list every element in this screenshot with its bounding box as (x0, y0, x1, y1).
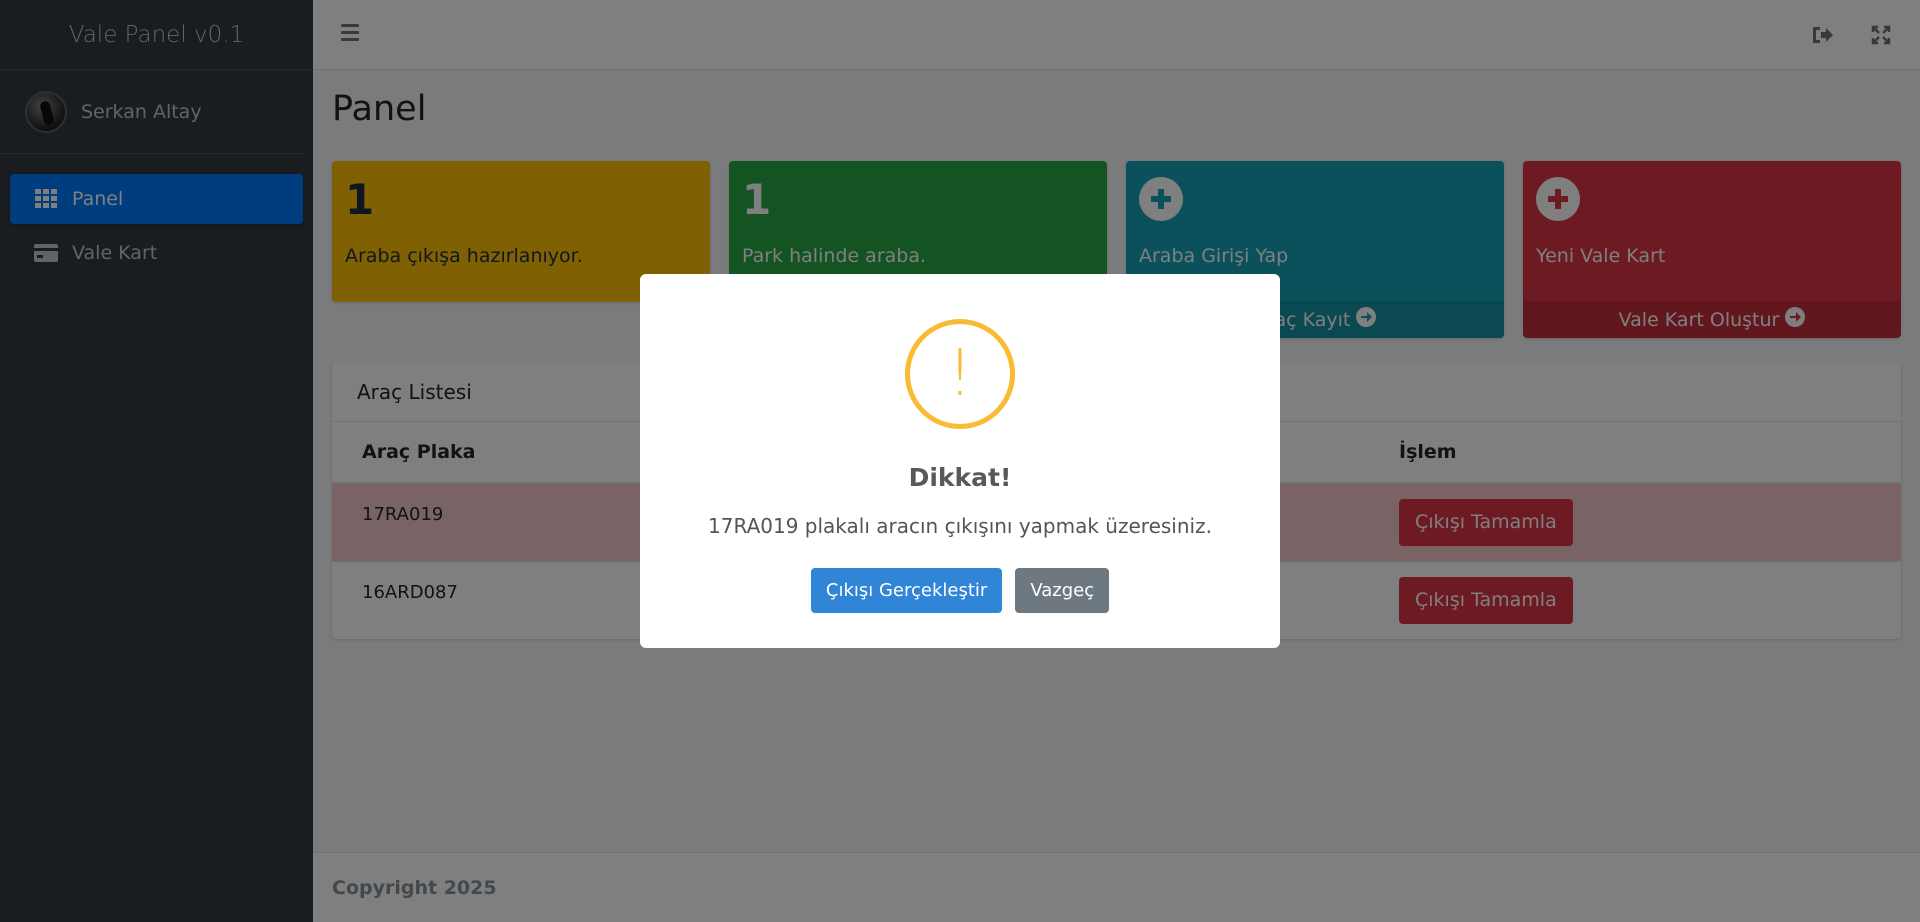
dialog-title: Dikkat! (908, 463, 1012, 492)
dialog-message: 17RA019 plakalı aracın çıkışını yapmak ü… (708, 514, 1212, 538)
dialog-actions: Çıkışı Gerçekleştir Vazgeç (640, 568, 1280, 613)
warning-icon: ! (905, 319, 1015, 429)
confirm-exit-button[interactable]: Çıkışı Gerçekleştir (810, 568, 1003, 613)
cancel-button[interactable]: Vazgeç (1015, 568, 1110, 613)
confirm-dialog: ! Dikkat! 17RA019 plakalı aracın çıkışın… (640, 274, 1280, 648)
